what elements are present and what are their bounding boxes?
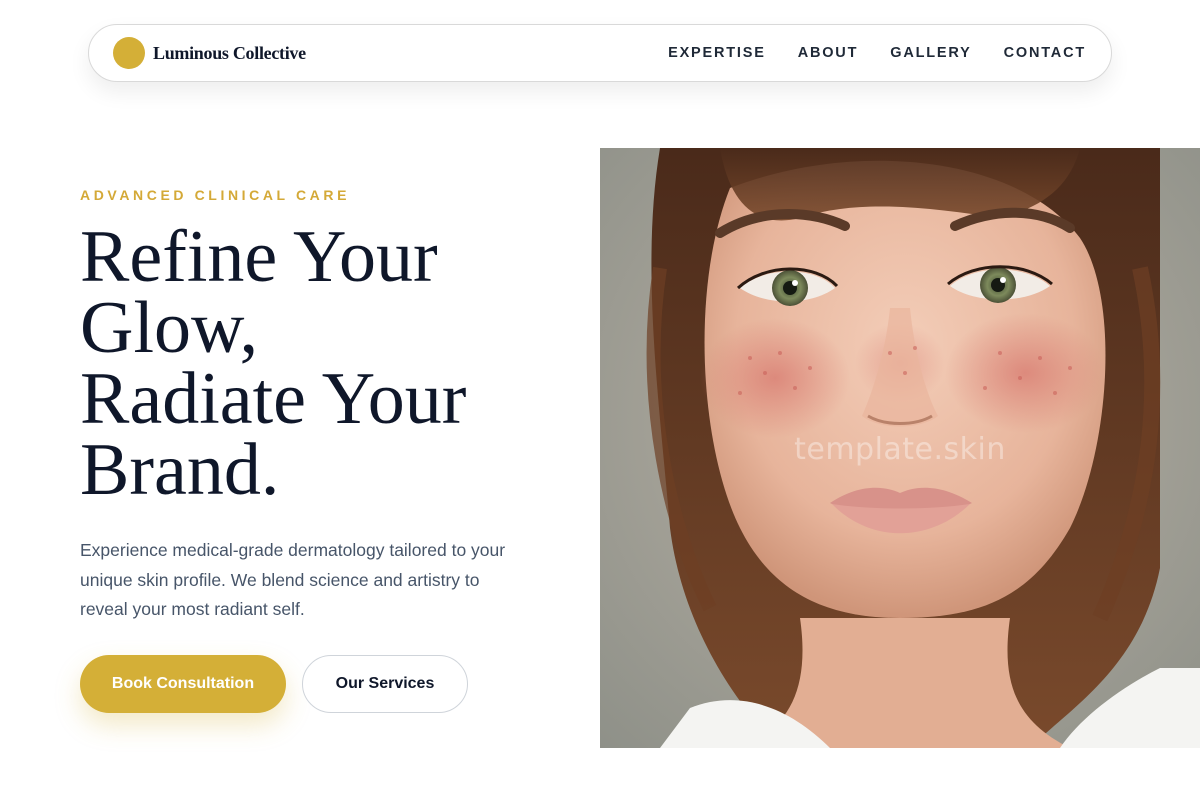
navbar: Luminous Collective EXPERTISE ABOUT GALL… (88, 24, 1112, 82)
hero-description: Experience medical-grade dermatology tai… (80, 540, 506, 619)
landing-page: Luminous Collective EXPERTISE ABOUT GALL… (0, 0, 1200, 800)
brand-name: Luminous Collective (153, 42, 306, 63)
headline-line: Brand. (80, 429, 280, 511)
our-services-button[interactable]: Our Services (302, 655, 468, 713)
nav-link-about[interactable]: ABOUT (798, 45, 859, 61)
brand-logo[interactable]: Luminous Collective (113, 37, 306, 69)
nav-link-gallery[interactable]: GALLERY (890, 45, 971, 61)
headline-line: Radiate Your (80, 358, 467, 440)
nav-link-expertise[interactable]: EXPERTISE (668, 45, 766, 61)
headline-line: Glow, (80, 287, 259, 369)
headline-line: Refine Your (80, 216, 438, 298)
book-consultation-button[interactable]: Book Consultation (80, 655, 286, 713)
hero-headline: Refine Your Glow, Radiate Your Brand. (80, 216, 580, 511)
hero-eyebrow: ADVANCED CLINICAL CARE (80, 187, 351, 203)
nav-links: EXPERTISE ABOUT GALLERY CONTACT (668, 45, 1086, 61)
nav-link-contact[interactable]: CONTACT (1004, 45, 1086, 61)
logo-circle-icon (113, 37, 145, 69)
image-watermark: template.skin (794, 432, 1006, 467)
hero-portrait-image: template.skin (600, 148, 1200, 748)
